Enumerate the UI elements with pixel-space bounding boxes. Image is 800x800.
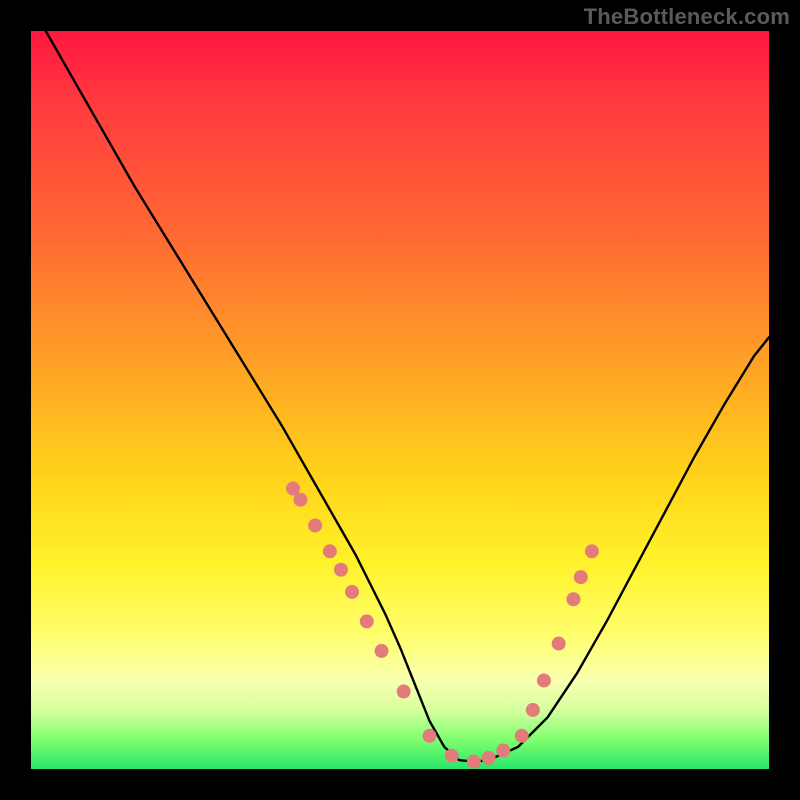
sample-point	[397, 685, 411, 699]
sample-point	[323, 544, 337, 558]
sample-point	[515, 729, 529, 743]
sample-point	[345, 585, 359, 599]
sample-point	[308, 518, 322, 532]
sample-point	[375, 644, 389, 658]
sample-point	[293, 493, 307, 507]
bottleneck-curve	[46, 31, 769, 762]
sample-point	[334, 563, 348, 577]
sample-point	[423, 729, 437, 743]
sample-point	[526, 703, 540, 717]
sample-point	[445, 749, 459, 763]
sample-point	[566, 592, 580, 606]
sample-points-group	[286, 482, 599, 769]
sample-point	[585, 544, 599, 558]
sample-point	[360, 614, 374, 628]
chart-overlay	[31, 31, 769, 769]
sample-point	[574, 570, 588, 584]
sample-point	[537, 673, 551, 687]
sample-point	[496, 744, 510, 758]
watermark-text: TheBottleneck.com	[584, 4, 790, 30]
chart-frame: TheBottleneck.com	[0, 0, 800, 800]
sample-point	[467, 755, 481, 769]
sample-point	[482, 751, 496, 765]
sample-point	[552, 637, 566, 651]
